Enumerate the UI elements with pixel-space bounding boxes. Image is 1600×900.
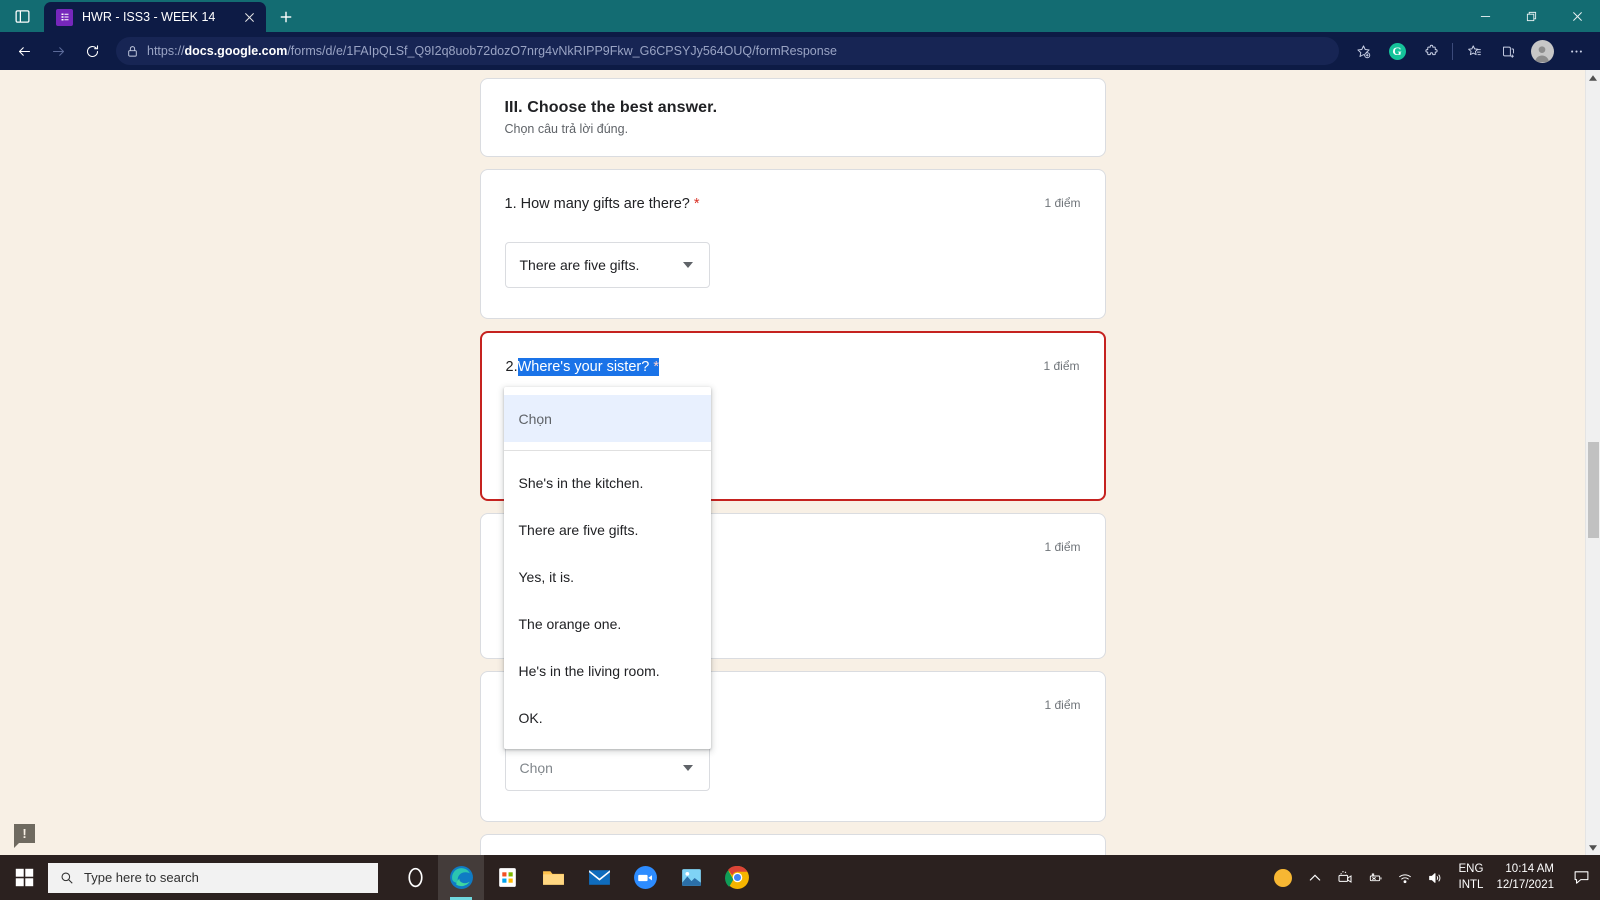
language-line-2: INTL <box>1458 878 1484 891</box>
question-points-4: 1 điểm <box>1044 698 1081 713</box>
show-hidden-icons-icon[interactable] <box>1300 855 1330 900</box>
mail-icon[interactable] <box>576 855 622 900</box>
answer-dropdown-4[interactable]: Chọn <box>504 744 710 791</box>
minimize-button[interactable] <box>1462 0 1508 32</box>
scrollbar-thumb[interactable] <box>1588 442 1599 538</box>
open-dropdown-menu[interactable]: Chọn She's in the kitchen. There are fiv… <box>503 387 711 749</box>
extensions-icon[interactable] <box>1415 36 1447 66</box>
toolbar-divider <box>1452 42 1453 60</box>
browser-toolbar: https://docs.google.com/forms/d/e/1FAIpQ… <box>0 32 1600 70</box>
clock[interactable]: 10:14 AM 12/17/2021 <box>1492 862 1566 893</box>
clock-date: 12/17/2021 <box>1496 878 1554 891</box>
file-explorer-icon[interactable] <box>530 855 576 900</box>
dropdown-option[interactable]: He's in the living room. <box>504 647 711 694</box>
windows-taskbar: Type here to search ENG INTL 10:14 AM 12… <box>0 855 1600 900</box>
language-indicator[interactable]: ENG INTL <box>1450 862 1493 893</box>
orange-dot-icon[interactable] <box>1273 868 1292 887</box>
tab-title: HWR - ISS3 - WEEK 14 <box>82 10 216 24</box>
taskbar-search-input[interactable]: Type here to search <box>48 862 378 893</box>
section-subtitle: Chọn câu trả lời đúng. <box>504 122 629 136</box>
tab-actions-icon[interactable] <box>0 0 44 32</box>
dropdown-option[interactable]: Yes, it is. <box>504 553 711 600</box>
dropdown-option[interactable]: OK. <box>504 694 711 741</box>
forward-icon[interactable] <box>42 36 74 66</box>
google-forms-icon <box>56 8 73 26</box>
address-bar[interactable]: https://docs.google.com/forms/d/e/1FAIpQ… <box>116 37 1339 65</box>
grammarly-badge: G <box>1388 42 1406 60</box>
search-icon <box>61 872 73 884</box>
required-asterisk: * <box>693 196 700 212</box>
answer-dropdown-1[interactable]: There are five gifts. <box>504 242 710 289</box>
lock-icon <box>126 45 139 58</box>
question-text-1: 1. How many gifts are there? * <box>504 196 700 212</box>
selected-answer-4: Chọn <box>519 759 553 776</box>
language-line-1: ENG <box>1458 862 1484 875</box>
selected-text-highlight: Where's your sister? * <box>517 358 659 377</box>
required-asterisk: * <box>653 359 659 376</box>
taskbar-apps <box>392 855 760 900</box>
question-points-2: 1 điểm <box>1043 359 1080 374</box>
chevron-down-icon <box>682 764 693 771</box>
clock-time: 10:14 AM <box>1505 862 1554 875</box>
avatar <box>1530 39 1554 63</box>
dropdown-option[interactable]: She's in the kitchen. <box>504 459 711 506</box>
grammarly-icon[interactable]: G <box>1381 36 1413 66</box>
dropdown-divider <box>503 450 711 451</box>
microsoft-edge-icon[interactable] <box>438 855 484 900</box>
restore-button[interactable] <box>1508 0 1554 32</box>
wifi-icon[interactable] <box>1390 855 1420 900</box>
volume-icon[interactable] <box>1420 855 1450 900</box>
battery-icon[interactable] <box>1360 855 1390 900</box>
question-card-5 <box>479 833 1106 855</box>
selected-answer-1: There are five gifts. <box>519 257 640 274</box>
section-header-card: III. Choose the best answer. Chọn câu tr… <box>479 78 1106 157</box>
action-center-icon[interactable] <box>1566 855 1596 900</box>
window-controls <box>1462 0 1600 32</box>
close-icon[interactable] <box>238 6 260 28</box>
profile-avatar[interactable] <box>1526 36 1558 66</box>
question-header: 2.Where's your sister? * 1 điểm <box>506 357 1080 377</box>
browser-window: HWR - ISS3 - WEEK 14 https://docs.google… <box>0 0 1600 900</box>
dropdown-option-placeholder[interactable]: Chọn <box>503 395 711 442</box>
scroll-up-icon[interactable] <box>1586 70 1600 85</box>
windows-start-icon[interactable] <box>0 855 48 900</box>
browser-titlebar: HWR - ISS3 - WEEK 14 <box>0 0 1600 32</box>
scroll-down-icon[interactable] <box>1586 840 1600 855</box>
zoom-icon[interactable] <box>622 855 668 900</box>
new-tab-button[interactable] <box>270 2 302 32</box>
page-scrollbar[interactable] <box>1585 70 1600 855</box>
camera-icon[interactable] <box>1330 855 1360 900</box>
add-favorite-icon[interactable] <box>1347 36 1379 66</box>
question-points-3: 1 điểm <box>1044 540 1081 555</box>
report-problem-glyph: ! <box>22 826 27 841</box>
cortana-icon[interactable] <box>392 855 438 900</box>
question-text-2[interactable]: 2.Where's your sister? * <box>506 357 659 377</box>
search-placeholder: Type here to search <box>84 870 199 885</box>
form-column: III. Choose the best answer. Chọn câu tr… <box>479 70 1106 855</box>
close-window-button[interactable] <box>1554 0 1600 32</box>
back-icon[interactable] <box>8 36 40 66</box>
question-card-1: 1. How many gifts are there? * 1 điểm Th… <box>479 169 1106 320</box>
system-tray: ENG INTL 10:14 AM 12/17/2021 <box>1266 855 1600 900</box>
photos-icon[interactable] <box>668 855 714 900</box>
form-scroll-area: III. Choose the best answer. Chọn câu tr… <box>0 70 1585 855</box>
browser-tab[interactable]: HWR - ISS3 - WEEK 14 <box>44 2 266 32</box>
report-problem-icon[interactable]: ! <box>14 824 35 848</box>
settings-more-icon[interactable] <box>1560 36 1592 66</box>
section-title: III. Choose the best answer. <box>504 99 718 116</box>
dropdown-option[interactable]: There are five gifts. <box>504 506 711 553</box>
microsoft-store-icon[interactable] <box>484 855 530 900</box>
url-text: https://docs.google.com/forms/d/e/1FAIpQ… <box>147 44 837 58</box>
collections-icon[interactable] <box>1492 36 1524 66</box>
question-header: 1. How many gifts are there? * 1 điểm <box>505 194 1081 214</box>
google-chrome-icon[interactable] <box>714 855 760 900</box>
favorites-icon[interactable] <box>1458 36 1490 66</box>
reload-icon[interactable] <box>76 36 108 66</box>
page-viewport: III. Choose the best answer. Chọn câu tr… <box>0 70 1600 855</box>
chevron-down-icon <box>682 262 693 269</box>
question-points-1: 1 điểm <box>1044 196 1081 210</box>
dropdown-option[interactable]: The orange one. <box>504 600 711 647</box>
